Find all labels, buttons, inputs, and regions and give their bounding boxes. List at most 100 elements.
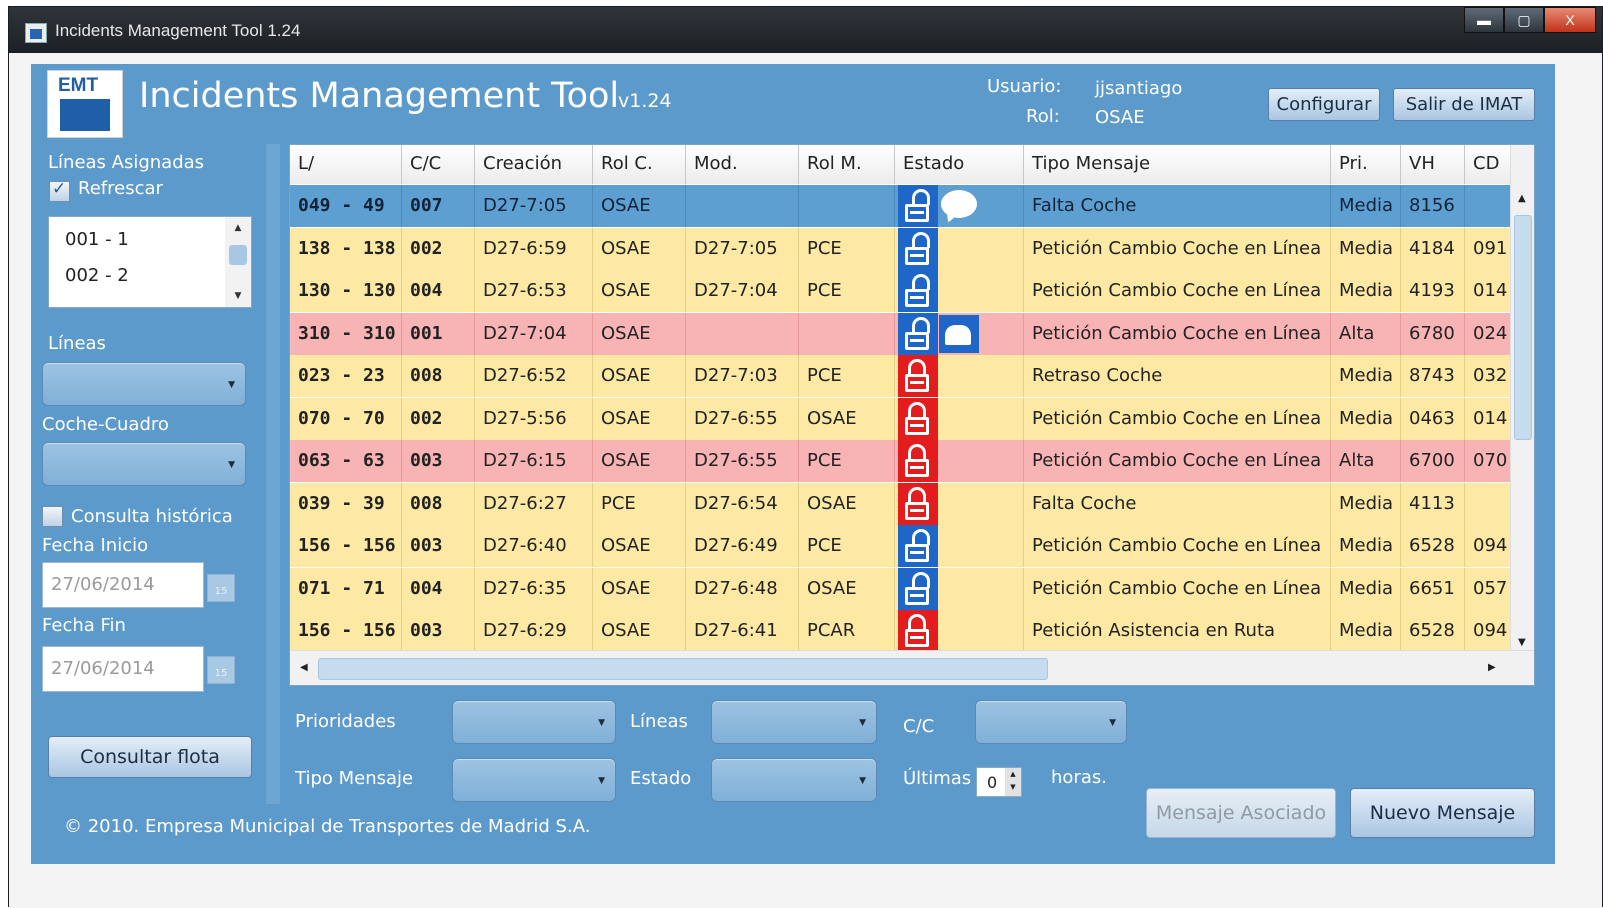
column-header[interactable]: CD	[1465, 145, 1511, 184]
calendar-icon[interactable]: 15	[207, 574, 235, 602]
historic-checkbox[interactable]	[42, 506, 63, 527]
status-cell	[895, 567, 1024, 610]
column-header[interactable]: Pri.	[1331, 145, 1401, 184]
table-row[interactable]: 063 - 63 003 D27-6:15 OSAE D27-6:55 PCE Petici…	[290, 440, 1511, 482]
column-header[interactable]: Rol C.	[593, 145, 686, 184]
hours-stepper[interactable]: 0 ▲ ▼	[976, 767, 1022, 797]
table-cell: 094	[1465, 610, 1511, 652]
table-cell: 156 - 156	[290, 525, 402, 567]
table-cell: OSAE	[799, 397, 895, 440]
table-cell: D27-6:40	[475, 525, 593, 567]
table-row[interactable]: 049 - 49 007 D27-7:05 OSAE Falta Coche Media 8…	[290, 185, 1511, 227]
table-cell: 003	[402, 525, 475, 567]
new-message-button[interactable]: Nuevo Mensaje	[1350, 788, 1535, 838]
scroll-thumb[interactable]	[1514, 215, 1532, 440]
table-cell: D27-6:53	[475, 270, 593, 312]
minimize-button[interactable]: ▬	[1464, 7, 1504, 33]
table-cell: Petición Cambio Coche en Línea	[1024, 440, 1331, 482]
column-header[interactable]: VH	[1401, 145, 1465, 184]
table-row[interactable]: 138 - 138 002 D27-6:59 OSAE D27-7:05 PCE Petic…	[290, 227, 1511, 270]
table-row[interactable]: 071 - 71 004 D27-6:35 OSAE D27-6:48 OSAE Petic…	[290, 567, 1511, 610]
scroll-thumb[interactable]	[229, 245, 247, 265]
column-header[interactable]: Estado	[895, 145, 1024, 184]
message-type-select[interactable]: ▼	[452, 758, 616, 802]
table-cell	[686, 185, 799, 227]
exit-button[interactable]: Salir de IMAT	[1393, 88, 1535, 121]
scroll-down-icon[interactable]: ▼	[1518, 637, 1526, 648]
close-button[interactable]: X	[1544, 7, 1596, 33]
grid-horizontal-scrollbar[interactable]: ◀ ▶	[290, 650, 1534, 685]
table-cell: 007	[402, 185, 475, 227]
grid-vertical-scrollbar[interactable]: ▲ ▼	[1510, 145, 1534, 650]
table-row[interactable]: 023 - 23 008 D27-6:52 OSAE D27-7:03 PCE Retras…	[290, 355, 1511, 397]
unlocked-icon	[898, 270, 938, 312]
title-bar[interactable]: Incidents Management Tool 1.24 ▬ ▢ X	[9, 7, 1602, 53]
incidents-grid: L/ C/C Creación Rol C. Mod. Rol M. Estad…	[289, 144, 1535, 686]
column-header[interactable]: Creación	[475, 145, 593, 184]
column-header[interactable]: Tipo Mensaje	[1024, 145, 1331, 184]
list-item[interactable]: 001 - 1	[65, 229, 129, 250]
panel-splitter[interactable]	[266, 144, 280, 804]
column-header[interactable]: L/	[290, 145, 402, 184]
start-date-input[interactable]: 27/06/2014	[42, 562, 204, 608]
scroll-left-icon[interactable]: ◀	[300, 662, 308, 673]
car-select[interactable]: ▼	[42, 442, 246, 486]
filter-lines-label: Líneas	[630, 711, 688, 732]
column-header[interactable]: Rol M.	[799, 145, 895, 184]
assigned-lines-list[interactable]: 001 - 1 002 - 2 ▲ ▼	[48, 216, 252, 308]
table-cell: Alta	[1331, 440, 1401, 482]
scroll-right-icon[interactable]: ▶	[1488, 662, 1496, 673]
table-row[interactable]: 156 - 156 003 D27-6:29 OSAE D27-6:41 PCAR Peti…	[290, 610, 1511, 652]
stepper-arrows-icon[interactable]: ▲ ▼	[1005, 768, 1021, 796]
refresh-checkbox[interactable]	[49, 179, 70, 202]
status-select[interactable]: ▼	[711, 758, 877, 802]
status-cell	[895, 525, 1024, 567]
list-scrollbar[interactable]: ▲ ▼	[225, 217, 251, 307]
configure-button[interactable]: Configurar	[1268, 88, 1380, 121]
chevron-down-icon: ▼	[598, 776, 605, 786]
table-cell: D27-6:55	[686, 440, 799, 482]
table-cell: Media	[1331, 482, 1401, 525]
table-cell: PCE	[593, 482, 686, 525]
table-cell: 024	[1465, 312, 1511, 355]
table-cell: D27-7:04	[475, 312, 593, 355]
table-row[interactable]: 310 - 310 001 D27-7:04 OSAE Petición Cambio …	[290, 312, 1511, 355]
cc-select[interactable]: ▼	[975, 700, 1127, 744]
table-cell: PCE	[799, 270, 895, 312]
table-cell: Media	[1331, 227, 1401, 270]
status-cell	[895, 482, 1024, 525]
column-header[interactable]: Mod.	[686, 145, 799, 184]
table-cell: Petición Cambio Coche en Línea	[1024, 397, 1331, 440]
list-item[interactable]: 002 - 2	[65, 265, 129, 286]
table-row[interactable]: 156 - 156 003 D27-6:40 OSAE D27-6:49 PCE Petic…	[290, 525, 1511, 567]
scroll-down-icon[interactable]: ▼	[225, 285, 251, 307]
table-row[interactable]: 039 - 39 008 D27-6:27 PCE D27-6:54 OSAE Falta …	[290, 482, 1511, 525]
scroll-up-icon[interactable]: ▲	[1518, 193, 1526, 204]
priorities-select[interactable]: ▼	[452, 700, 616, 744]
table-cell: D27-6:55	[686, 397, 799, 440]
filter-lines-select[interactable]: ▼	[711, 700, 877, 744]
table-cell: PCE	[799, 355, 895, 397]
end-date-input[interactable]: 27/06/2014	[42, 646, 204, 692]
table-cell: OSAE	[593, 270, 686, 312]
table-cell: 039 - 39	[290, 482, 402, 525]
associated-message-button[interactable]: Mensaje Asociado	[1146, 788, 1336, 838]
calendar-icon[interactable]: 15	[207, 656, 235, 684]
column-header[interactable]: C/C	[402, 145, 475, 184]
table-cell	[799, 312, 895, 355]
start-date-label: Fecha Inicio	[42, 535, 149, 556]
table-cell: 002	[402, 227, 475, 270]
table-cell: OSAE	[593, 610, 686, 652]
scroll-thumb[interactable]	[318, 658, 1048, 680]
table-row[interactable]: 130 - 130 004 D27-6:53 OSAE D27-7:04 PCE Petic…	[290, 270, 1511, 312]
lines-label: Líneas	[48, 333, 106, 354]
lines-select[interactable]: ▼	[42, 362, 246, 406]
maximize-button[interactable]: ▢	[1504, 7, 1544, 33]
fleet-button[interactable]: Consultar flota	[48, 736, 252, 778]
table-cell: Media	[1331, 525, 1401, 567]
table-cell: D27-6:15	[475, 440, 593, 482]
scroll-up-icon[interactable]: ▲	[225, 217, 251, 239]
table-cell: 057	[1465, 567, 1511, 610]
table-row[interactable]: 070 - 70 002 D27-5:56 OSAE D27-6:55 OSAE Petic…	[290, 397, 1511, 440]
status-cell	[895, 355, 1024, 397]
